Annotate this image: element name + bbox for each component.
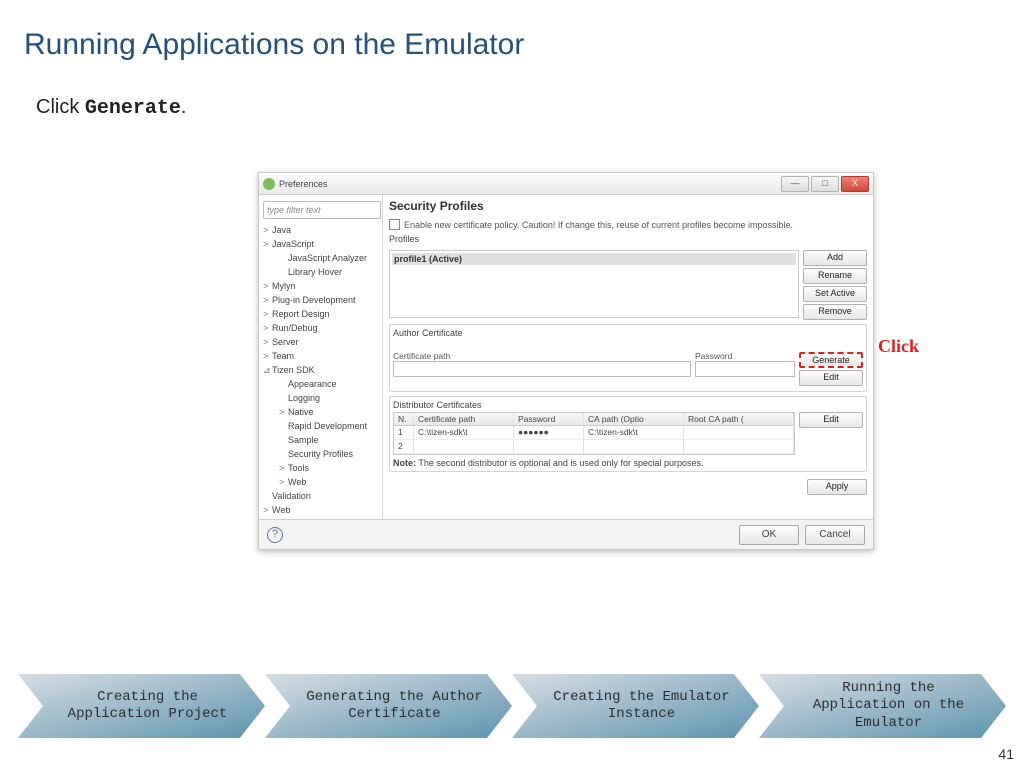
tree-item[interactable]: >Server bbox=[261, 335, 380, 349]
set-active-button[interactable]: Set Active bbox=[803, 286, 867, 302]
preferences-sidebar: type filter text >Java>JavaScriptJavaScr… bbox=[259, 195, 383, 519]
dist-col-path: Certificate path bbox=[414, 413, 514, 425]
distributor-table[interactable]: N. Certificate path Password CA path (Op… bbox=[393, 412, 795, 455]
profiles-label: Profiles bbox=[389, 234, 867, 244]
tree-item[interactable]: >XML bbox=[261, 517, 380, 519]
tree-item[interactable]: Security Profiles bbox=[261, 447, 380, 461]
window-titlebar: Preferences — □ X bbox=[259, 173, 873, 195]
tree-item[interactable]: ⊿Tizen SDK bbox=[261, 363, 380, 377]
tree-item[interactable]: >Native bbox=[261, 405, 380, 419]
tree-item[interactable]: Rapid Development bbox=[261, 419, 380, 433]
dist-col-password: Password bbox=[514, 413, 584, 425]
distributor-note: Note: The second distributor is optional… bbox=[393, 455, 863, 468]
tree-item[interactable]: Appearance bbox=[261, 377, 380, 391]
tree-item[interactable]: Library Hover bbox=[261, 265, 380, 279]
distributor-cert-label: Distributor Certificates bbox=[393, 400, 863, 410]
window-bottom-bar: ? OK Cancel bbox=[259, 519, 873, 549]
table-row[interactable]: 1C:\tizen-sdk\t●●●●●●C:\tizen-sdk\t bbox=[394, 426, 794, 440]
preferences-main: Security Profiles Enable new certificate… bbox=[383, 195, 873, 519]
author-cert-label: Author Certificate bbox=[393, 328, 863, 338]
step-2-label: Generating the Author Certificate bbox=[299, 689, 490, 724]
apply-button[interactable]: Apply bbox=[807, 479, 867, 495]
page-title: Security Profiles bbox=[389, 199, 867, 213]
dist-col-rootca: Root CA path ( bbox=[684, 413, 794, 425]
author-password-label: Password bbox=[695, 351, 795, 361]
step-3-label: Creating the Emulator Instance bbox=[546, 689, 737, 724]
window-maximize-button[interactable]: □ bbox=[811, 176, 839, 192]
distributor-edit-button[interactable]: Edit bbox=[799, 412, 863, 428]
tree-item[interactable]: JavaScript Analyzer bbox=[261, 251, 380, 265]
tree-item[interactable]: >Plug-in Development bbox=[261, 293, 380, 307]
author-password-input[interactable] bbox=[695, 361, 795, 377]
step-4: Running the Application on the Emulator bbox=[759, 674, 1006, 738]
tree-item[interactable]: >Run/Debug bbox=[261, 321, 380, 335]
remove-button[interactable]: Remove bbox=[803, 304, 867, 320]
generate-button[interactable]: Generate bbox=[799, 352, 863, 368]
author-certpath-label: Certificate path bbox=[393, 351, 691, 361]
instruction-suffix: . bbox=[181, 96, 187, 118]
tree-item[interactable]: Validation bbox=[261, 489, 380, 503]
slide-title: Running Applications on the Emulator bbox=[24, 28, 1000, 62]
profile-item-active[interactable]: profile1 (Active) bbox=[392, 253, 796, 265]
tree-item[interactable]: >Web bbox=[261, 475, 380, 489]
help-icon[interactable]: ? bbox=[267, 527, 283, 543]
tree-item[interactable]: >JavaScript bbox=[261, 237, 380, 251]
tree-item[interactable]: >Mylyn bbox=[261, 279, 380, 293]
window-minimize-button[interactable]: — bbox=[781, 176, 809, 192]
step-1-label: Creating the Application Project bbox=[52, 689, 243, 724]
author-edit-button[interactable]: Edit bbox=[799, 370, 863, 386]
step-4-label: Running the Application on the Emulator bbox=[793, 680, 984, 733]
table-row[interactable]: 2 bbox=[394, 440, 794, 454]
window-icon bbox=[263, 178, 275, 190]
ok-button[interactable]: OK bbox=[739, 525, 799, 545]
cancel-button[interactable]: Cancel bbox=[805, 525, 865, 545]
tree-item[interactable]: >Report Design bbox=[261, 307, 380, 321]
click-callout: Click bbox=[878, 336, 919, 357]
author-certificate-group: Author Certificate Certificate path Pass… bbox=[389, 324, 867, 392]
page-number: 41 bbox=[998, 746, 1014, 762]
tree-item[interactable]: >Java bbox=[261, 223, 380, 237]
dist-col-n: N. bbox=[394, 413, 414, 425]
tree-item[interactable]: >Tools bbox=[261, 461, 380, 475]
tree-item[interactable]: Logging bbox=[261, 391, 380, 405]
policy-checkbox[interactable] bbox=[389, 219, 400, 230]
step-2: Generating the Author Certificate bbox=[265, 674, 512, 738]
author-certpath-input[interactable] bbox=[393, 361, 691, 377]
add-button[interactable]: Add bbox=[803, 250, 867, 266]
distributor-certificates-group: Distributor Certificates N. Certificate … bbox=[389, 396, 867, 472]
tree-item[interactable]: >Web bbox=[261, 503, 380, 517]
instruction-bold: Generate bbox=[85, 97, 181, 120]
tree-item[interactable]: >Team bbox=[261, 349, 380, 363]
window-title: Preferences bbox=[279, 179, 328, 189]
preferences-window: Preferences — □ X type filter text >Java… bbox=[258, 172, 874, 550]
dist-col-ca: CA path (Optio bbox=[584, 413, 684, 425]
step-chevrons: Creating the Application Project Generat… bbox=[18, 674, 1006, 738]
rename-button[interactable]: Rename bbox=[803, 268, 867, 284]
instruction-prefix: Click bbox=[36, 96, 85, 118]
filter-input[interactable]: type filter text bbox=[263, 201, 381, 219]
tree-item[interactable]: Sample bbox=[261, 433, 380, 447]
profiles-list[interactable]: profile1 (Active) bbox=[389, 250, 799, 318]
policy-checkbox-label: Enable new certificate policy. Caution! … bbox=[404, 220, 793, 230]
instruction-text: Click Generate. bbox=[36, 96, 1000, 120]
window-close-button[interactable]: X bbox=[841, 176, 869, 192]
step-1: Creating the Application Project bbox=[18, 674, 265, 738]
preferences-tree[interactable]: >Java>JavaScriptJavaScript AnalyzerLibra… bbox=[261, 223, 380, 519]
step-3: Creating the Emulator Instance bbox=[512, 674, 759, 738]
